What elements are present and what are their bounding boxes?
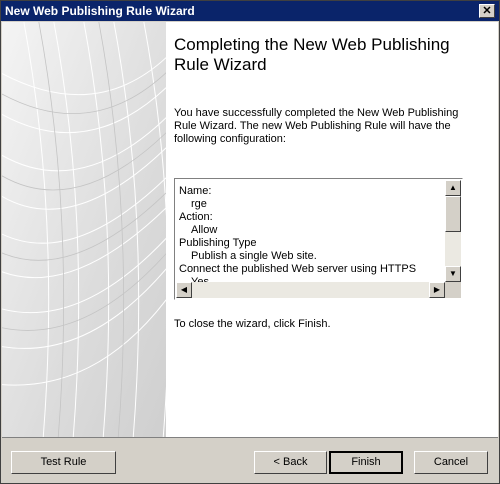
horizontal-scrollbar[interactable]: ◀ ▶	[176, 282, 445, 298]
arrow-left-icon: ◀	[180, 285, 188, 294]
arrow-down-icon: ▼	[449, 269, 457, 278]
title-bar[interactable]: New Web Publishing Rule Wizard ✕	[1, 1, 499, 21]
page-title: Completing the New Web Publishing Rule W…	[174, 35, 450, 74]
arrow-right-icon: ▶	[433, 285, 441, 294]
window-title: New Web Publishing Rule Wizard	[5, 4, 195, 18]
wizard-banner-image	[2, 22, 166, 437]
cancel-button[interactable]: Cancel	[414, 451, 488, 474]
wizard-page: Completing the New Web Publishing Rule W…	[2, 22, 498, 438]
scrollbar-corner	[445, 282, 461, 298]
scroll-right-button[interactable]: ▶	[429, 282, 445, 298]
close-icon: ✕	[482, 5, 492, 17]
config-line: Publish a single Web site.	[191, 250, 317, 262]
scroll-left-button[interactable]: ◀	[176, 282, 192, 298]
intro-text: You have successfully completed the New …	[174, 107, 459, 145]
test-rule-button[interactable]: Test Rule	[11, 451, 116, 474]
vertical-scrollbar[interactable]: ▲ ▼	[445, 180, 461, 282]
scroll-up-button[interactable]: ▲	[445, 180, 461, 196]
config-line: Connect the published Web server using H…	[179, 263, 417, 275]
back-button[interactable]: < Back	[254, 451, 327, 474]
vertical-scroll-thumb[interactable]	[445, 196, 461, 232]
decorative-curves	[2, 22, 166, 437]
scroll-down-button[interactable]: ▼	[445, 266, 461, 282]
config-line: Action:	[179, 211, 213, 223]
close-button[interactable]: ✕	[479, 4, 495, 18]
config-line: rge	[191, 198, 207, 210]
configuration-summary-box[interactable]: Name: rge Action: Allow Publishing Type Publi…	[174, 178, 463, 300]
finish-instruction: To close the wizard, click Finish.	[174, 318, 331, 330]
arrow-up-icon: ▲	[449, 183, 457, 192]
configuration-lines: Name: rge Action: Allow Publishing Type Publi…	[179, 185, 416, 282]
config-line: Allow	[191, 224, 218, 236]
finish-button[interactable]: Finish	[329, 451, 403, 474]
config-line: Name:	[179, 185, 212, 197]
wizard-window: New Web Publishing Rule Wizard ✕ Complet…	[0, 0, 500, 484]
config-line: Publishing Type	[179, 237, 257, 249]
